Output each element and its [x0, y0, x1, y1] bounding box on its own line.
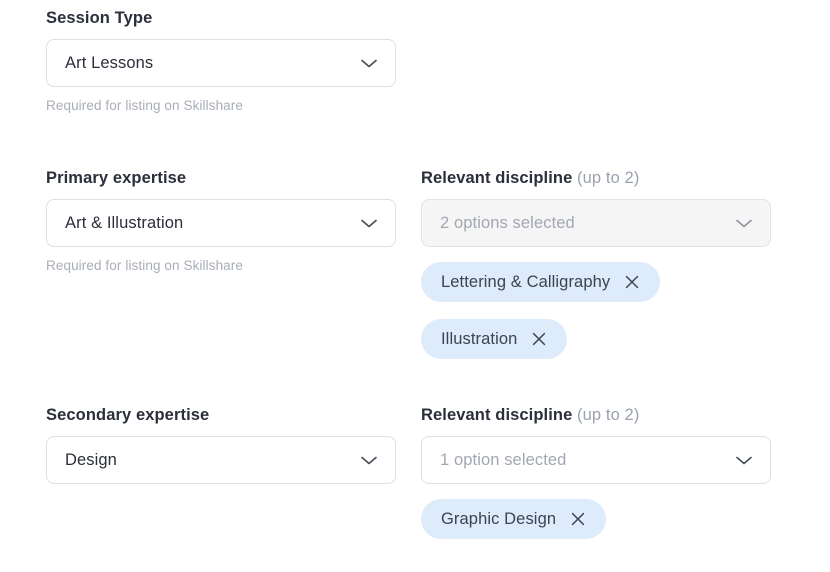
chip[interactable]: Lettering & Calligraphy	[421, 262, 661, 302]
close-icon[interactable]	[531, 331, 547, 347]
chip-label: Illustration	[441, 329, 518, 348]
chip-label: Lettering & Calligraphy	[441, 272, 611, 291]
session-type-select[interactable]: Art Lessons	[46, 39, 396, 87]
primary-discipline-label: Relevant discipline (up to 2)	[421, 168, 771, 188]
primary-discipline-label-text: Relevant discipline	[421, 169, 573, 187]
secondary-discipline-label-text: Relevant discipline	[421, 406, 573, 424]
secondary-expertise-label: Secondary expertise	[46, 406, 210, 424]
chevron-down-icon	[357, 448, 381, 472]
primary-expertise-helper: Required for listing on Skillshare	[46, 258, 243, 273]
chip-label: Graphic Design	[441, 509, 557, 528]
chevron-down-icon	[357, 211, 381, 235]
primary-expertise-select[interactable]: Art & Illustration	[46, 199, 396, 247]
primary-expertise-field: Primary expertise Art & Illustration Req…	[46, 168, 396, 275]
secondary-discipline-label-suffix: (up to 2)	[572, 406, 640, 424]
primary-expertise-value: Art & Illustration	[65, 213, 184, 232]
chevron-down-icon	[732, 448, 756, 472]
secondary-expertise-value: Design	[65, 450, 117, 469]
session-type-field: Session Type Art Lessons Required for li…	[46, 8, 396, 115]
primary-discipline-value: 2 options selected	[440, 213, 575, 232]
secondary-discipline-field: Relevant discipline (up to 2) 1 option s…	[421, 405, 771, 539]
session-type-helper: Required for listing on Skillshare	[46, 98, 243, 113]
secondary-expertise-select[interactable]: Design	[46, 436, 396, 484]
close-icon[interactable]	[570, 511, 586, 527]
secondary-discipline-chips: Graphic Design	[421, 499, 771, 539]
expertise-form: Session Type Art Lessons Required for li…	[0, 0, 830, 572]
secondary-discipline-select[interactable]: 1 option selected	[421, 436, 771, 484]
chip[interactable]: Illustration	[421, 319, 568, 359]
primary-discipline-chips: Lettering & Calligraphy Illustration	[421, 262, 771, 359]
chip[interactable]: Graphic Design	[421, 499, 607, 539]
chevron-down-icon	[732, 211, 756, 235]
primary-expertise-label: Primary expertise	[46, 169, 187, 187]
chevron-down-icon	[357, 51, 381, 75]
secondary-discipline-label: Relevant discipline (up to 2)	[421, 405, 771, 425]
session-type-value: Art Lessons	[65, 53, 154, 72]
close-icon[interactable]	[624, 274, 640, 290]
primary-discipline-select[interactable]: 2 options selected	[421, 199, 771, 247]
primary-discipline-field: Relevant discipline (up to 2) 2 options …	[421, 168, 771, 359]
primary-discipline-label-suffix: (up to 2)	[572, 169, 640, 187]
secondary-discipline-value: 1 option selected	[440, 450, 567, 469]
secondary-expertise-field: Secondary expertise Design	[46, 405, 396, 484]
session-type-label: Session Type	[46, 9, 153, 27]
